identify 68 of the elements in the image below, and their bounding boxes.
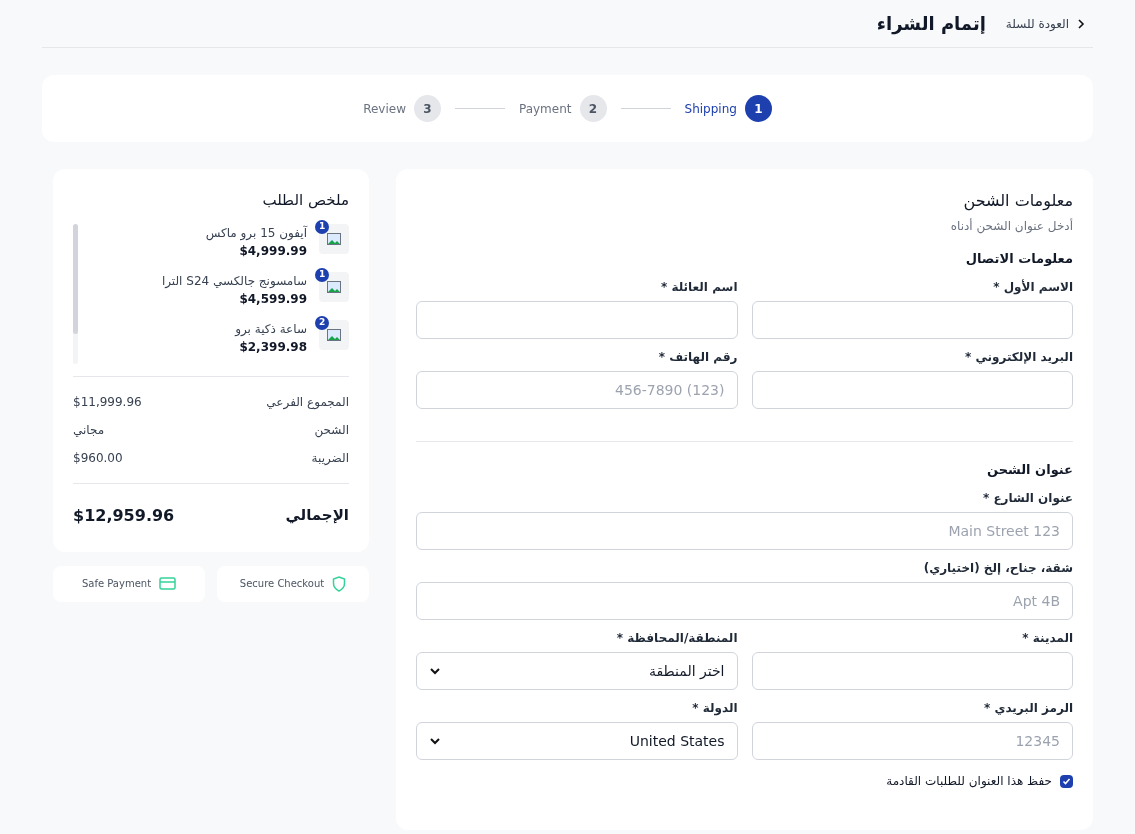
step-label: Shipping xyxy=(684,100,737,118)
step-number: 3 xyxy=(413,95,441,122)
summary-label: المجموع الفرعي xyxy=(266,393,349,411)
quantity-badge: 2 xyxy=(315,315,329,330)
field-label: عنوان الشارع * xyxy=(982,490,1073,506)
summary-label: الشحن xyxy=(314,421,349,439)
field-label: المنطقة/المحافظة * xyxy=(616,630,738,646)
total-value: $12,959.96 xyxy=(73,504,175,527)
field-label: الدولة * xyxy=(692,700,738,716)
image-icon xyxy=(327,232,341,245)
summary-value: $11,999.96 xyxy=(73,393,142,411)
step-number: 1 xyxy=(744,95,772,122)
input-field[interactable]: Main Street 123 xyxy=(416,512,1073,550)
input-field[interactable]: 12345 xyxy=(751,722,1073,760)
product-price: $2,399.98 xyxy=(238,338,307,356)
quantity-badge: 1 xyxy=(315,219,329,234)
input-field[interactable] xyxy=(751,301,1073,339)
save-address-checkbox[interactable]: حفظ هذا العنوان للطلبات القادمة xyxy=(416,772,1073,790)
form-title: معلومات الشحن xyxy=(962,190,1073,213)
field-label: البريد الإلكتروني * xyxy=(964,349,1073,365)
shield-icon xyxy=(332,575,347,592)
field-label: شقة، جناح، إلخ (اختياري) xyxy=(923,560,1073,576)
trust-badge: Secure Checkout xyxy=(217,565,369,602)
quantity-badge: 1 xyxy=(315,267,329,282)
select-value: United States xyxy=(629,731,725,751)
trust-badge: Safe Payment xyxy=(53,565,205,602)
product-name: سامسونج جالكسي S24 الترا xyxy=(161,272,307,290)
field-label: الاسم الأول * xyxy=(993,279,1073,295)
image-icon xyxy=(327,280,341,293)
section-title: عنوان الشحن xyxy=(985,462,1073,478)
product-price: $4,599.99 xyxy=(238,290,307,308)
step-tab[interactable]: Review 3 xyxy=(363,95,441,122)
step-tab[interactable]: Payment 2 xyxy=(518,95,607,122)
product-price: $4,999.99 xyxy=(238,242,307,260)
field-label: المدينة * xyxy=(1022,630,1073,646)
select-field[interactable]: اختر المنطقة xyxy=(416,652,738,690)
section-title: معلومات الاتصال xyxy=(964,251,1073,267)
page-title: إتمام الشراء xyxy=(876,12,986,37)
summary-value: $960.00 xyxy=(73,449,123,467)
input-field[interactable] xyxy=(751,652,1073,690)
select-field[interactable]: United States xyxy=(416,722,738,760)
chevron-down-icon xyxy=(429,665,441,677)
summary-title: ملخص الطلب xyxy=(261,190,349,211)
product-name: ساعة ذكية برو xyxy=(235,320,307,338)
summary-value: مجاني xyxy=(73,421,105,439)
step-tab[interactable]: Shipping 1 xyxy=(684,95,772,122)
form-subtitle: أدخل عنوان الشحن أدناه xyxy=(949,217,1073,235)
field-label: اسم العائلة * xyxy=(660,279,738,295)
step-label: Review xyxy=(363,100,406,118)
total-label: الإجمالي xyxy=(285,505,349,527)
step-number: 2 xyxy=(579,95,607,122)
back-link[interactable]: العودة للسلة xyxy=(1005,14,1085,33)
checkbox[interactable] xyxy=(1060,774,1073,788)
chevron-right-icon xyxy=(1077,18,1085,29)
input-field[interactable] xyxy=(751,371,1073,409)
step-label: Payment xyxy=(518,100,572,118)
summary-label: الضريبة xyxy=(311,449,349,467)
check-icon xyxy=(1062,776,1071,786)
credit-card-icon xyxy=(159,577,177,590)
image-icon xyxy=(327,328,341,341)
field-label: الرمز البريدي * xyxy=(983,700,1073,716)
field-label: رقم الهاتف * xyxy=(658,349,738,365)
product-name: آيفون 15 برو ماكس xyxy=(205,224,307,242)
select-value: اختر المنطقة xyxy=(649,661,725,681)
input-field[interactable] xyxy=(416,301,738,339)
input-field[interactable]: Apt 4B xyxy=(416,582,1073,620)
input-field[interactable]: (123) 456-7890 xyxy=(416,371,738,409)
chevron-down-icon xyxy=(429,735,441,747)
